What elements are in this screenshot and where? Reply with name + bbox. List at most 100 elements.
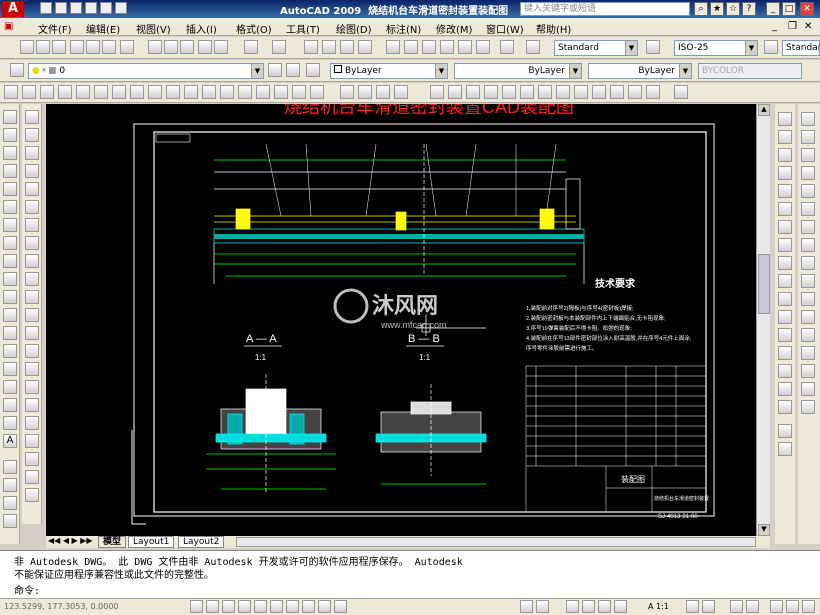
- ucs-previous-icon[interactable]: [466, 85, 480, 99]
- dim-text-edit-icon[interactable]: [25, 470, 39, 484]
- markup-icon[interactable]: [458, 40, 472, 54]
- distance-icon[interactable]: [25, 110, 39, 124]
- 3d-orbit-icon[interactable]: [3, 460, 17, 474]
- ucs-manager-icon[interactable]: [674, 85, 688, 99]
- undo-icon[interactable]: [100, 2, 112, 14]
- maximize-icon[interactable]: □: [782, 2, 796, 16]
- zoom-previous-icon[interactable]: [358, 40, 372, 54]
- properties-icon[interactable]: [386, 40, 400, 54]
- insert-block-icon[interactable]: [184, 85, 198, 99]
- zoom-icon[interactable]: [582, 600, 595, 613]
- color-select[interactable]: ByLayer ▼: [330, 63, 448, 79]
- stretch-icon[interactable]: [778, 256, 792, 270]
- ellipse-arc-icon[interactable]: [3, 290, 17, 304]
- status-menu-icon[interactable]: [786, 600, 799, 613]
- snap-node-icon[interactable]: [801, 346, 815, 360]
- menu-edit[interactable]: 编辑(E): [86, 21, 120, 36]
- jogged-icon[interactable]: [25, 236, 39, 250]
- join-icon[interactable]: [778, 346, 792, 360]
- drawing-canvas[interactable]: 烧结机台车滑道密封装置CAD装配图 A — A 1:1 B — B 1:1 技术…: [46, 104, 756, 536]
- ellipse-icon[interactable]: [3, 272, 17, 286]
- spline-icon[interactable]: [130, 85, 144, 99]
- scroll-up-icon[interactable]: ▲: [758, 104, 770, 116]
- bring-front-icon[interactable]: [340, 85, 354, 99]
- inspection-icon[interactable]: [25, 416, 39, 430]
- make-block-icon[interactable]: [202, 85, 216, 99]
- arc-length-icon[interactable]: [25, 182, 39, 196]
- snap-apparent-icon[interactable]: [801, 202, 815, 216]
- menu-format[interactable]: 格式(O): [236, 21, 272, 36]
- text-style-icon[interactable]: [526, 40, 540, 54]
- 3d-dwf-icon[interactable]: [120, 40, 134, 54]
- help-icon[interactable]: ?: [742, 2, 756, 16]
- table-icon[interactable]: [292, 85, 306, 99]
- hatch-icon[interactable]: [238, 85, 252, 99]
- scroll-down-icon[interactable]: ▼: [758, 524, 770, 536]
- move-icon[interactable]: [778, 202, 792, 216]
- layer-previous-icon[interactable]: [286, 63, 300, 77]
- rotate-icon[interactable]: [778, 220, 792, 234]
- break-icon[interactable]: [25, 362, 39, 376]
- make-layer-current-icon[interactable]: [268, 63, 282, 77]
- polyline-icon[interactable]: [3, 146, 17, 160]
- help-icon[interactable]: [500, 40, 514, 54]
- copy-icon[interactable]: [164, 40, 178, 54]
- break-object-icon[interactable]: [778, 328, 792, 342]
- osnap-settings-icon[interactable]: [801, 400, 815, 414]
- snap-midpoint-icon[interactable]: [801, 166, 815, 180]
- continue-icon[interactable]: [25, 326, 39, 340]
- copy-object-icon[interactable]: [778, 130, 792, 144]
- annotation-scale[interactable]: A 1:1: [648, 602, 669, 611]
- dynamic-ucs-icon[interactable]: [286, 600, 299, 613]
- tab-layout2[interactable]: Layout2: [178, 536, 225, 548]
- tab-model[interactable]: 模型: [98, 536, 127, 548]
- sheet-set-icon[interactable]: [440, 40, 454, 54]
- doc-menu-icon[interactable]: ▣: [4, 21, 13, 32]
- layout-icon[interactable]: [536, 600, 549, 613]
- snap-none-icon[interactable]: [801, 382, 815, 396]
- search-input[interactable]: 键入关键字或短语: [520, 2, 690, 16]
- radius-icon[interactable]: [25, 218, 39, 232]
- menu-view[interactable]: 视图(V): [136, 21, 171, 36]
- draw-order-icon[interactable]: [778, 424, 792, 438]
- revcloud-icon[interactable]: [3, 236, 17, 250]
- polyline-icon[interactable]: [22, 85, 36, 99]
- table-style-icon[interactable]: [764, 40, 778, 54]
- mtext-icon[interactable]: [310, 85, 324, 99]
- lineweight-icon[interactable]: [318, 600, 331, 613]
- spline-icon[interactable]: [3, 254, 17, 268]
- dynamic-input-icon[interactable]: [302, 600, 315, 613]
- block-editor-icon[interactable]: [214, 40, 228, 54]
- layer-select[interactable]: ●☀■ 0 ▼: [28, 63, 264, 79]
- linetype-select[interactable]: ByLayer ▼: [454, 63, 582, 79]
- ucs-origin-icon[interactable]: [538, 85, 552, 99]
- subscription-icon[interactable]: ★: [710, 2, 724, 16]
- center-mark-icon[interactable]: [25, 398, 39, 412]
- quick-dim-icon[interactable]: [25, 290, 39, 304]
- new-icon[interactable]: [40, 2, 52, 14]
- match-properties-icon[interactable]: [198, 40, 212, 54]
- ucs-object-icon[interactable]: [502, 85, 516, 99]
- zoom-window-icon[interactable]: [340, 40, 354, 54]
- tool-palettes-icon[interactable]: [422, 40, 436, 54]
- ucs-z-icon[interactable]: [628, 85, 642, 99]
- mirror-icon[interactable]: [778, 148, 792, 162]
- redo-icon[interactable]: [115, 2, 127, 14]
- menu-insert[interactable]: 插入(I): [186, 21, 217, 36]
- make-block-icon[interactable]: [3, 326, 17, 340]
- showmotion-icon[interactable]: [614, 600, 627, 613]
- lock-icon[interactable]: [746, 600, 759, 613]
- hatch-icon[interactable]: [3, 362, 17, 376]
- zoom-realtime-icon[interactable]: [322, 40, 336, 54]
- send-back-icon[interactable]: [358, 85, 372, 99]
- snap-mode-icon[interactable]: [190, 600, 203, 613]
- tray-settings-icon[interactable]: [802, 600, 815, 613]
- workspace-icon[interactable]: [730, 600, 743, 613]
- grid-mode-icon[interactable]: [206, 600, 219, 613]
- quick-properties-icon[interactable]: [334, 600, 347, 613]
- scale-icon[interactable]: [778, 238, 792, 252]
- pan-icon[interactable]: [566, 600, 579, 613]
- minimize-icon[interactable]: _: [766, 2, 780, 16]
- menu-file[interactable]: 文件(F): [38, 21, 72, 36]
- arc-icon[interactable]: [3, 200, 17, 214]
